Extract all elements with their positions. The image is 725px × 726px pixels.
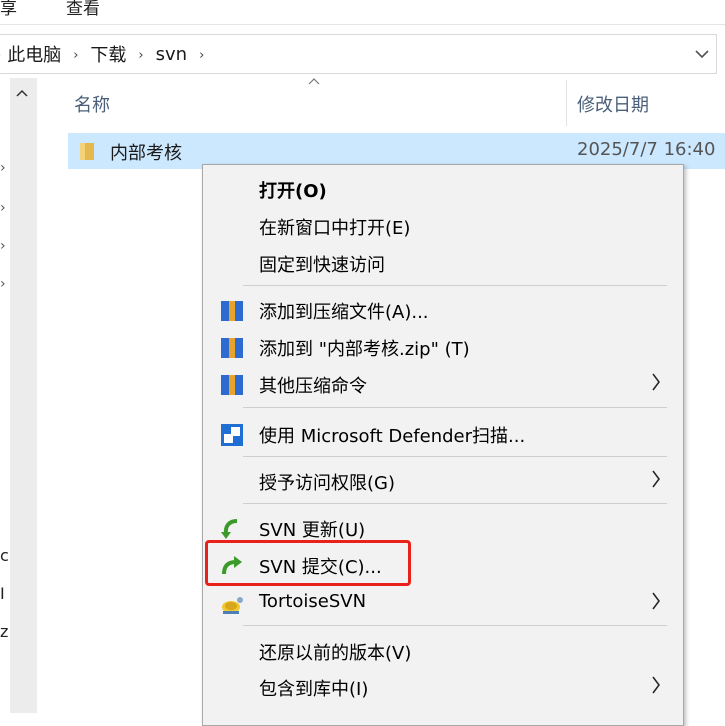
menu-item-label: 包含到库中(I) <box>259 679 369 700</box>
menu-item-pin-quick-access[interactable]: 固定到快速访问 <box>203 245 683 281</box>
menu-item-add-zip[interactable]: 添加到 "内部考核.zip" (T) <box>203 329 683 365</box>
breadcrumb: › 此电脑 › 下载 › svn › <box>0 41 216 67</box>
navigation-pane: › › › › c I z <box>0 78 37 713</box>
menu-separator <box>243 625 667 626</box>
breadcrumb-separator: › <box>0 48 1 63</box>
submenu-arrow-icon <box>651 591 661 616</box>
winrar-icon <box>221 301 243 321</box>
column-header-modified[interactable]: 修改日期 <box>577 91 649 117</box>
breadcrumb-separator[interactable]: › <box>199 48 204 63</box>
column-divider[interactable] <box>566 80 567 126</box>
sort-caret-icon <box>308 74 320 89</box>
menu-separator <box>243 285 667 286</box>
menu-item-add-archive[interactable]: 添加到压缩文件(A)... <box>203 292 683 328</box>
breadcrumb-downloads[interactable]: 下载 <box>90 41 126 67</box>
nav-item-fragment[interactable]: z <box>0 622 8 641</box>
menu-item-label: 添加到压缩文件(A)... <box>259 302 429 323</box>
menu-item-label: 固定到快速访问 <box>259 255 385 276</box>
column-header-name[interactable]: 名称 <box>74 91 110 117</box>
menu-item-open[interactable]: 打开(O) <box>203 171 683 207</box>
menu-item-label: 授予访问权限(G) <box>259 473 395 494</box>
menu-item-defender-scan[interactable]: 使用 Microsoft Defender扫描... <box>203 416 683 452</box>
ribbon: 享 查看 <box>0 0 725 25</box>
menu-item-other-compress[interactable]: 其他压缩命令 <box>203 366 683 402</box>
svn-update-icon <box>221 519 238 539</box>
menu-item-include-library[interactable]: 包含到库中(I) <box>203 669 683 705</box>
nav-item-fragment[interactable]: c <box>0 546 9 565</box>
breadcrumb-this-pc[interactable]: 此电脑 <box>7 41 61 67</box>
winrar-icon <box>221 375 243 395</box>
menu-item-label: 还原以前的版本(V) <box>259 643 412 664</box>
file-modified-date: 2025/7/7 16:40 <box>577 139 716 160</box>
winrar-icon <box>221 338 243 358</box>
tortoisesvn-icon <box>222 597 243 614</box>
nav-expand-icon[interactable]: › <box>0 200 6 216</box>
menu-item-label: SVN 更新(U) <box>259 520 366 541</box>
file-name: 内部考核 <box>110 143 182 164</box>
submenu-arrow-icon <box>651 469 661 494</box>
nav-scrollbar[interactable] <box>10 78 37 713</box>
menu-separator <box>243 407 667 408</box>
menu-item-grant-access[interactable]: 授予访问权限(G) <box>203 463 683 499</box>
menu-item-open-new-window[interactable]: 在新窗口中打开(E) <box>203 208 683 244</box>
menu-item-label: 打开(O) <box>259 181 327 202</box>
menu-item-label: 使用 Microsoft Defender扫描... <box>259 426 526 447</box>
menu-separator <box>243 503 667 504</box>
menu-separator <box>243 456 667 457</box>
highlight-box <box>205 540 411 586</box>
nav-item-fragment[interactable]: I <box>0 584 5 603</box>
submenu-arrow-icon <box>651 372 661 397</box>
nav-expand-icon[interactable]: › <box>0 276 6 292</box>
submenu-arrow-icon <box>651 675 661 700</box>
ribbon-tab-view[interactable]: 查看 <box>66 0 100 19</box>
menu-item-label: 在新窗口中打开(E) <box>259 218 411 239</box>
nav-expand-icon[interactable]: › <box>0 238 6 254</box>
ribbon-tab-share[interactable]: 享 <box>0 0 17 19</box>
chevron-down-icon[interactable] <box>694 44 710 63</box>
breadcrumb-svn[interactable]: svn <box>156 44 187 65</box>
folder-icon <box>80 143 94 160</box>
context-menu: 打开(O) 在新窗口中打开(E) 固定到快速访问 添加到压缩文件(A)... 添… <box>202 164 684 726</box>
scroll-up-icon[interactable] <box>16 86 28 100</box>
menu-item-label: 其他压缩命令 <box>259 376 367 397</box>
menu-item-tortoisesvn[interactable]: TortoiseSVN <box>203 585 683 621</box>
menu-item-restore-versions[interactable]: 还原以前的版本(V) <box>203 633 683 669</box>
menu-item-label: 添加到 "内部考核.zip" (T) <box>259 339 470 360</box>
menu-item-label: TortoiseSVN <box>259 591 367 612</box>
address-bar[interactable]: › 此电脑 › 下载 › svn › <box>0 34 717 74</box>
defender-shield-icon <box>221 424 243 446</box>
breadcrumb-separator[interactable]: › <box>138 48 143 63</box>
breadcrumb-separator[interactable]: › <box>73 48 78 63</box>
nav-expand-icon[interactable]: › <box>0 160 6 176</box>
